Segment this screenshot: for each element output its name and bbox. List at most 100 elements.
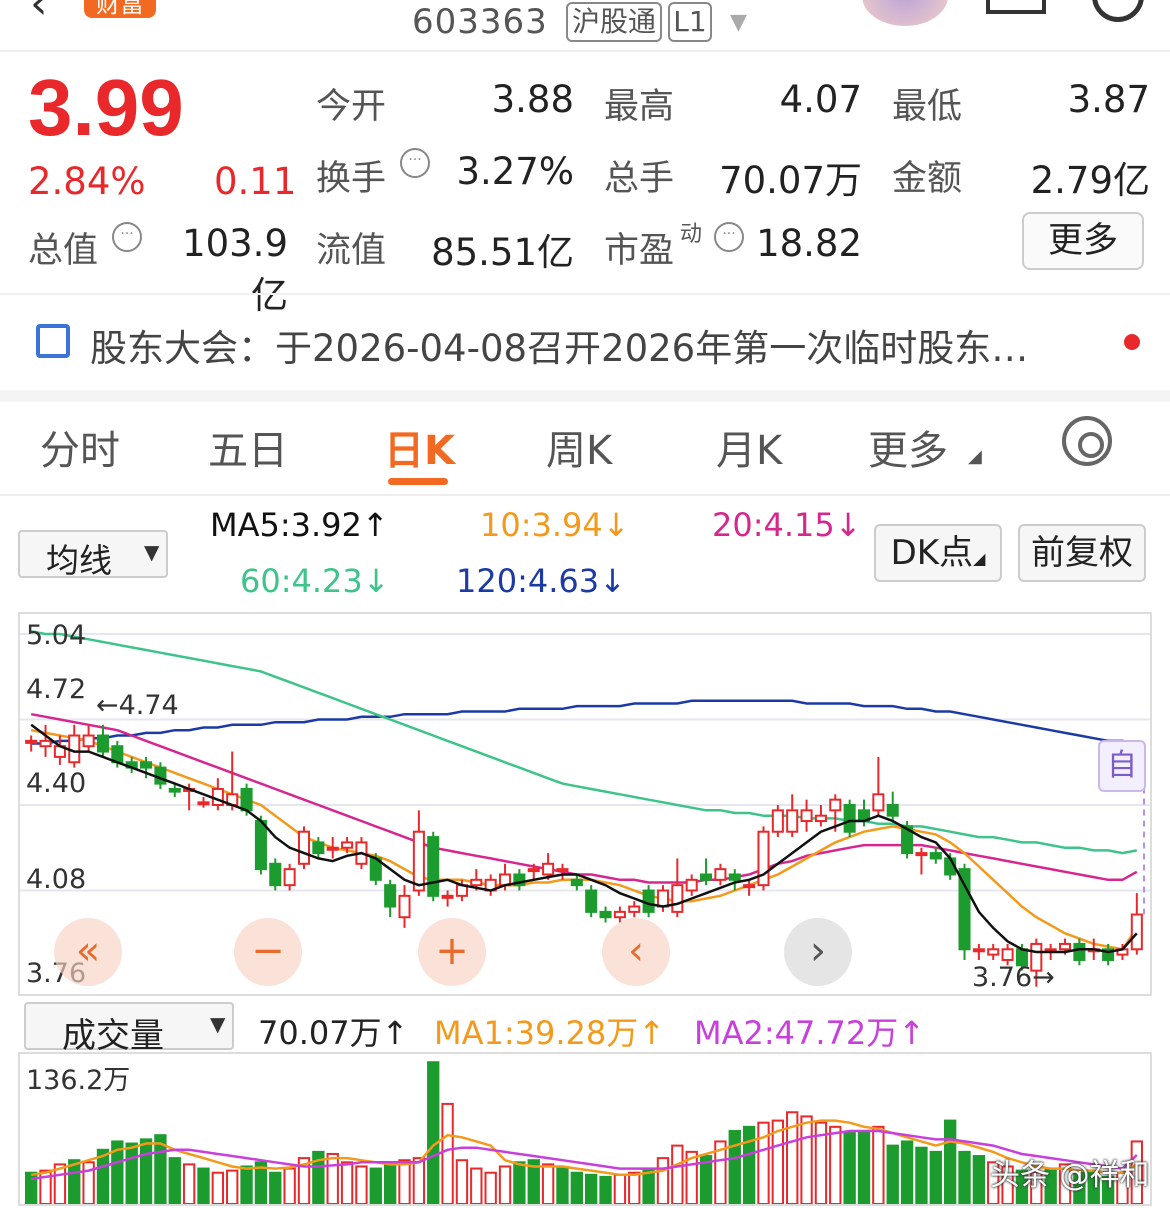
back-icon[interactable]: ‹ <box>30 0 48 29</box>
volume-bar <box>369 1167 382 1204</box>
volume-bar <box>728 1130 741 1204</box>
change-percent: 2.84% <box>28 160 146 203</box>
candle-body <box>628 905 641 913</box>
volume-bar <box>211 1171 225 1204</box>
candle-body <box>786 809 799 833</box>
tab-five-day[interactable]: 五日 <box>208 418 288 476</box>
last-price: 3.99 <box>28 63 184 152</box>
indicator-select[interactable]: 均线 ▼ <box>18 530 168 580</box>
avatar[interactable] <box>862 0 948 26</box>
volume-select-label: 成交量 <box>62 1016 164 1056</box>
volume-bar <box>671 1144 684 1204</box>
candle-body <box>556 868 569 873</box>
candle-body <box>398 894 411 919</box>
document-icon <box>36 324 70 358</box>
volume-indicator-select[interactable]: 成交量 ▼ <box>24 1002 234 1056</box>
tag-level1: L1 <box>668 2 712 42</box>
ma60-value: 60:4.23↓ <box>240 562 390 600</box>
chevron-down-icon: ▼ <box>144 540 160 564</box>
scroll-left-fast-button[interactable]: « <box>54 918 122 986</box>
scroll-left-button[interactable]: ‹ <box>602 918 670 986</box>
candle-body <box>254 820 267 871</box>
volume-bar <box>599 1175 612 1204</box>
candle-body <box>68 734 81 764</box>
tab-monthly-k[interactable]: 月K <box>716 418 782 476</box>
min-price-annotation: 3.76→ <box>972 962 1055 993</box>
volume-bar <box>570 1171 583 1204</box>
candle-body <box>542 862 555 876</box>
candle-body <box>886 804 899 817</box>
volume-bar <box>742 1125 756 1204</box>
volume-bar <box>283 1167 296 1204</box>
share-icon[interactable] <box>986 0 1046 14</box>
info-icon[interactable]: ··· <box>400 148 430 178</box>
dk-points-label: DK点 <box>890 533 974 573</box>
candle-body <box>570 878 583 887</box>
candle-body <box>685 878 698 892</box>
volume-bar <box>628 1171 641 1204</box>
candle-body <box>728 873 741 881</box>
notice-text[interactable]: 股东大会：于2026-04-08召开2026年第一次临时股东… <box>90 318 1028 372</box>
volume-bar <box>197 1167 210 1204</box>
dk-points-button[interactable]: DK点◢ <box>874 524 1002 582</box>
volume-bar <box>326 1152 339 1204</box>
candle-body <box>240 787 253 812</box>
tab-weekly-k[interactable]: 周K <box>546 418 612 476</box>
ma5-value: MA5:3.92↑ <box>210 506 389 544</box>
candle-body <box>929 852 942 860</box>
auto-scale-badge[interactable]: 自 <box>1098 740 1146 792</box>
max-price-annotation: ←4.74 <box>96 690 179 721</box>
search-icon[interactable] <box>1092 0 1144 22</box>
volume-bar <box>943 1119 957 1204</box>
stock-code[interactable]: 603363 <box>412 2 548 42</box>
volume-bar <box>441 1102 454 1204</box>
volume-bar <box>872 1125 885 1204</box>
tab-more[interactable]: 更多 <box>868 418 948 476</box>
more-fields-button[interactable]: 更多 <box>1022 212 1144 270</box>
amount-value: 2.79亿 <box>1030 159 1150 202</box>
forward-adjust-button[interactable]: 前复权 <box>1018 524 1146 582</box>
candle-body <box>283 868 296 887</box>
zoom-in-button[interactable]: + <box>418 918 486 986</box>
y-tick-label: 4.08 <box>26 864 87 895</box>
y-tick-label: 4.40 <box>26 768 87 799</box>
volume-bar <box>857 1130 871 1204</box>
candle-body <box>96 734 109 753</box>
high-value: 4.07 <box>779 78 862 121</box>
volume-bar <box>843 1132 856 1204</box>
info-icon[interactable]: ··· <box>112 222 142 252</box>
candle-body <box>412 830 425 892</box>
candle-body <box>470 878 483 887</box>
watermark: 头条 @祥和 <box>990 1158 1150 1193</box>
candle-body <box>1073 942 1086 961</box>
divider <box>0 293 1170 295</box>
amount-label: 金额 <box>892 159 963 199</box>
chevron-down-icon[interactable]: ▼ <box>730 10 747 35</box>
candlestick-chart[interactable]: 5.04 4.72 4.40 4.08 3.76 ←4.74 3.76→ « −… <box>18 612 1152 996</box>
zoom-out-button[interactable]: − <box>234 918 302 986</box>
volume-bar <box>900 1140 914 1204</box>
candle-body <box>312 841 325 855</box>
indicator-select-label: 均线 <box>46 541 112 580</box>
volume-bar <box>498 1165 512 1204</box>
volume-chart[interactable]: 136.2万 <box>18 1052 1152 1206</box>
low-label: 最低 <box>892 87 963 127</box>
volume-bar <box>613 1173 627 1204</box>
candle-body <box>269 862 282 887</box>
volume-bar <box>182 1163 196 1204</box>
candle-body <box>1130 913 1143 951</box>
ma60-line <box>30 630 1138 855</box>
pe-label: 市盈 <box>604 231 675 271</box>
candle-body <box>814 814 827 823</box>
corner-caret-icon: ◢ <box>973 549 986 568</box>
ma20-value: 20:4.15↓ <box>712 506 862 544</box>
gear-icon[interactable] <box>1062 416 1112 466</box>
ma120-line <box>31 699 1138 745</box>
tab-intraday[interactable]: 分时 <box>40 418 120 476</box>
candle-body <box>771 809 784 833</box>
tab-active-indicator <box>388 478 448 485</box>
tab-daily-k[interactable]: 日K <box>384 418 455 476</box>
volume-value: 70.07万↑ <box>258 1014 409 1052</box>
scroll-right-button[interactable]: › <box>784 918 852 986</box>
volume-bar <box>269 1171 282 1204</box>
